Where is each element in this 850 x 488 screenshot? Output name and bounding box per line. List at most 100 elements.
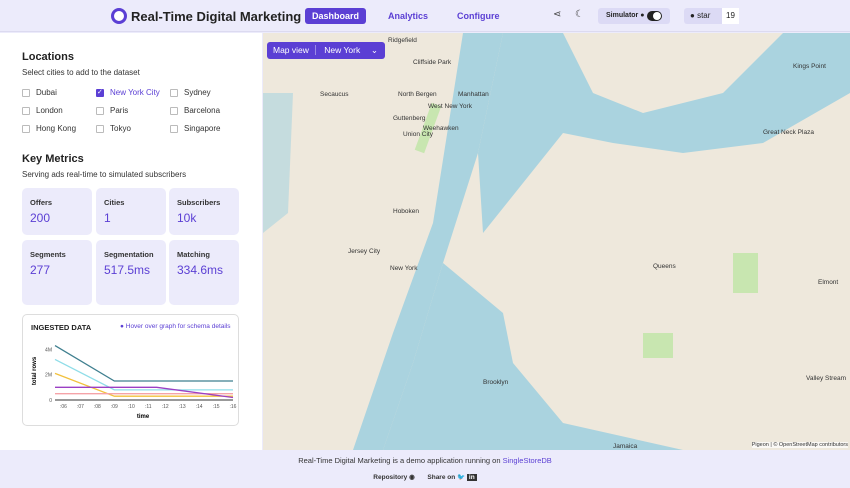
map-place-label: Weehawken [423, 125, 459, 132]
city-label: Singapore [184, 124, 221, 133]
city-checkbox[interactable]: Paris [96, 106, 128, 115]
repository-label: Repository [373, 474, 408, 481]
map-place-label: West New York [428, 103, 472, 110]
github-icon: ● [690, 11, 695, 20]
city-checkbox[interactable]: Tokyo [96, 124, 131, 133]
series-line-s1[interactable] [54, 344, 233, 382]
city-checkbox[interactable]: New York City [96, 88, 160, 97]
city-label: Barcelona [184, 106, 221, 115]
metric-label: Segments [30, 250, 66, 259]
ingested-chart[interactable]: :06:07:08:09:10:11:12:13:14:15:16 0 2M 4M ti… [23, 315, 240, 427]
x-tick-label: :11 [145, 404, 152, 410]
star-label: star [697, 11, 711, 20]
tab-dashboard[interactable]: Dashboard [305, 8, 367, 24]
locations-title: Locations [22, 51, 74, 63]
metric-label: Cities [104, 198, 125, 207]
singlestore-link[interactable]: SingleStoreDB [503, 456, 552, 465]
y-tick-label: 2M [45, 373, 52, 379]
footer-text: Real-Time Digital Marketing is a demo ap… [298, 456, 503, 465]
city-checkbox[interactable]: Dubai [22, 88, 57, 97]
map-city-value: New York [324, 45, 361, 55]
chevron-down-icon: ⌄ [370, 45, 378, 55]
map-view-select[interactable]: Map view New York ⌄ [267, 42, 385, 59]
x-tick-label: :09 [111, 404, 118, 410]
metric-card: Cities 1 [96, 188, 166, 235]
series-line-s2[interactable] [54, 358, 233, 391]
map-place-label: Union City [403, 131, 433, 138]
simulator-toggle[interactable]: Simulator ● [598, 8, 670, 24]
metric-value: 334.6ms [177, 263, 224, 277]
city-checkbox[interactable]: Sydney [170, 88, 211, 97]
y-tick-label: 0 [49, 398, 52, 404]
map-place-label: Great Neck Plaza [763, 129, 814, 136]
metric-value: 200 [30, 211, 51, 225]
app-title: Real-Time Digital Marketing [131, 9, 302, 24]
toggle-switch[interactable] [647, 11, 662, 21]
series-line-s3[interactable] [54, 372, 233, 397]
map-view-label: Map view [267, 45, 316, 55]
x-tick-label: :16 [230, 404, 237, 410]
github-star-button[interactable]: ● star 19 [684, 8, 739, 24]
map-place-label: Ridgefield [388, 37, 417, 44]
metric-value: 517.5ms [104, 263, 151, 277]
ingested-data-panel: INGESTED DATA ● Hover over graph for sch… [22, 314, 239, 426]
metric-label: Segmentation [104, 250, 154, 259]
x-tick-label: :13 [179, 404, 186, 410]
checkbox[interactable] [170, 124, 178, 133]
y-axis-label: total rows [32, 356, 38, 385]
x-tick-label: :12 [162, 404, 169, 410]
checkbox[interactable] [22, 106, 30, 115]
tab-analytics[interactable]: Analytics [381, 8, 435, 24]
footer: Real-Time Digital Marketing is a demo ap… [0, 456, 850, 481]
metric-value: 277 [30, 263, 51, 277]
checkbox[interactable] [22, 124, 30, 133]
metrics-subtitle: Serving ads real-time to simulated subsc… [22, 170, 187, 179]
locations-subtitle: Select cities to add to the dataset [22, 68, 140, 77]
metrics-title: Key Metrics [22, 153, 84, 165]
city-checkbox[interactable]: Barcelona [170, 106, 220, 115]
map-place-label: Hoboken [393, 208, 420, 215]
city-checkbox[interactable]: London [22, 106, 63, 115]
checkbox[interactable] [96, 124, 104, 133]
metric-card: Matching 334.6ms [169, 240, 239, 305]
map[interactable]: Ridgefield Cliffside Park North Bergen Seca… [263, 33, 850, 450]
linkedin-icon[interactable]: in [466, 474, 477, 481]
city-checkbox[interactable]: Singapore [170, 124, 220, 133]
map-place-label: Jamaica [613, 443, 638, 450]
metric-card: Offers 200 [22, 188, 92, 235]
map-place-label: New York [390, 265, 418, 272]
x-axis-label: time [137, 414, 150, 420]
city-checkbox[interactable]: Hong Kong [22, 124, 76, 133]
checkbox[interactable] [170, 106, 178, 115]
x-tick-label: :08 [94, 404, 101, 410]
simulator-label: Simulator [606, 12, 639, 19]
city-label: Sydney [184, 88, 211, 97]
x-tick-label: :07 [77, 404, 84, 410]
metric-card: Segments 277 [22, 240, 92, 305]
checkbox[interactable] [22, 88, 30, 97]
city-label: New York City [110, 88, 160, 97]
checkbox[interactable] [96, 88, 104, 97]
map-place-label: Secaucus [320, 91, 349, 98]
city-label: Dubai [36, 88, 57, 97]
tab-configure[interactable]: Configure [450, 8, 507, 24]
map-place-label: Valley Stream [806, 375, 846, 382]
logo-icon [111, 8, 127, 24]
metric-value: 10k [177, 211, 197, 225]
metric-card: Subscribers 10k [169, 188, 239, 235]
share-label: Share on [427, 474, 456, 481]
github-icon[interactable]: ◉ [409, 474, 415, 481]
map-place-label: Jersey City [348, 248, 381, 255]
checkbox[interactable] [170, 88, 178, 97]
y-tick-label: 4M [45, 347, 52, 353]
map-place-label: Cliffside Park [413, 59, 452, 66]
twitter-icon[interactable]: 🐦 [457, 474, 465, 481]
checkbox[interactable] [96, 106, 104, 115]
x-tick-label: :15 [213, 404, 220, 410]
map-attribution: Pigeon | © OpenStreetMap contributors [751, 442, 848, 448]
share-icon[interactable]: ⋖ [553, 9, 561, 20]
map-place-label: Elmont [818, 279, 839, 286]
moon-icon[interactable]: ☾ [575, 9, 584, 20]
x-tick-label: :14 [196, 404, 203, 410]
map-place-label: Manhattan [458, 91, 489, 98]
